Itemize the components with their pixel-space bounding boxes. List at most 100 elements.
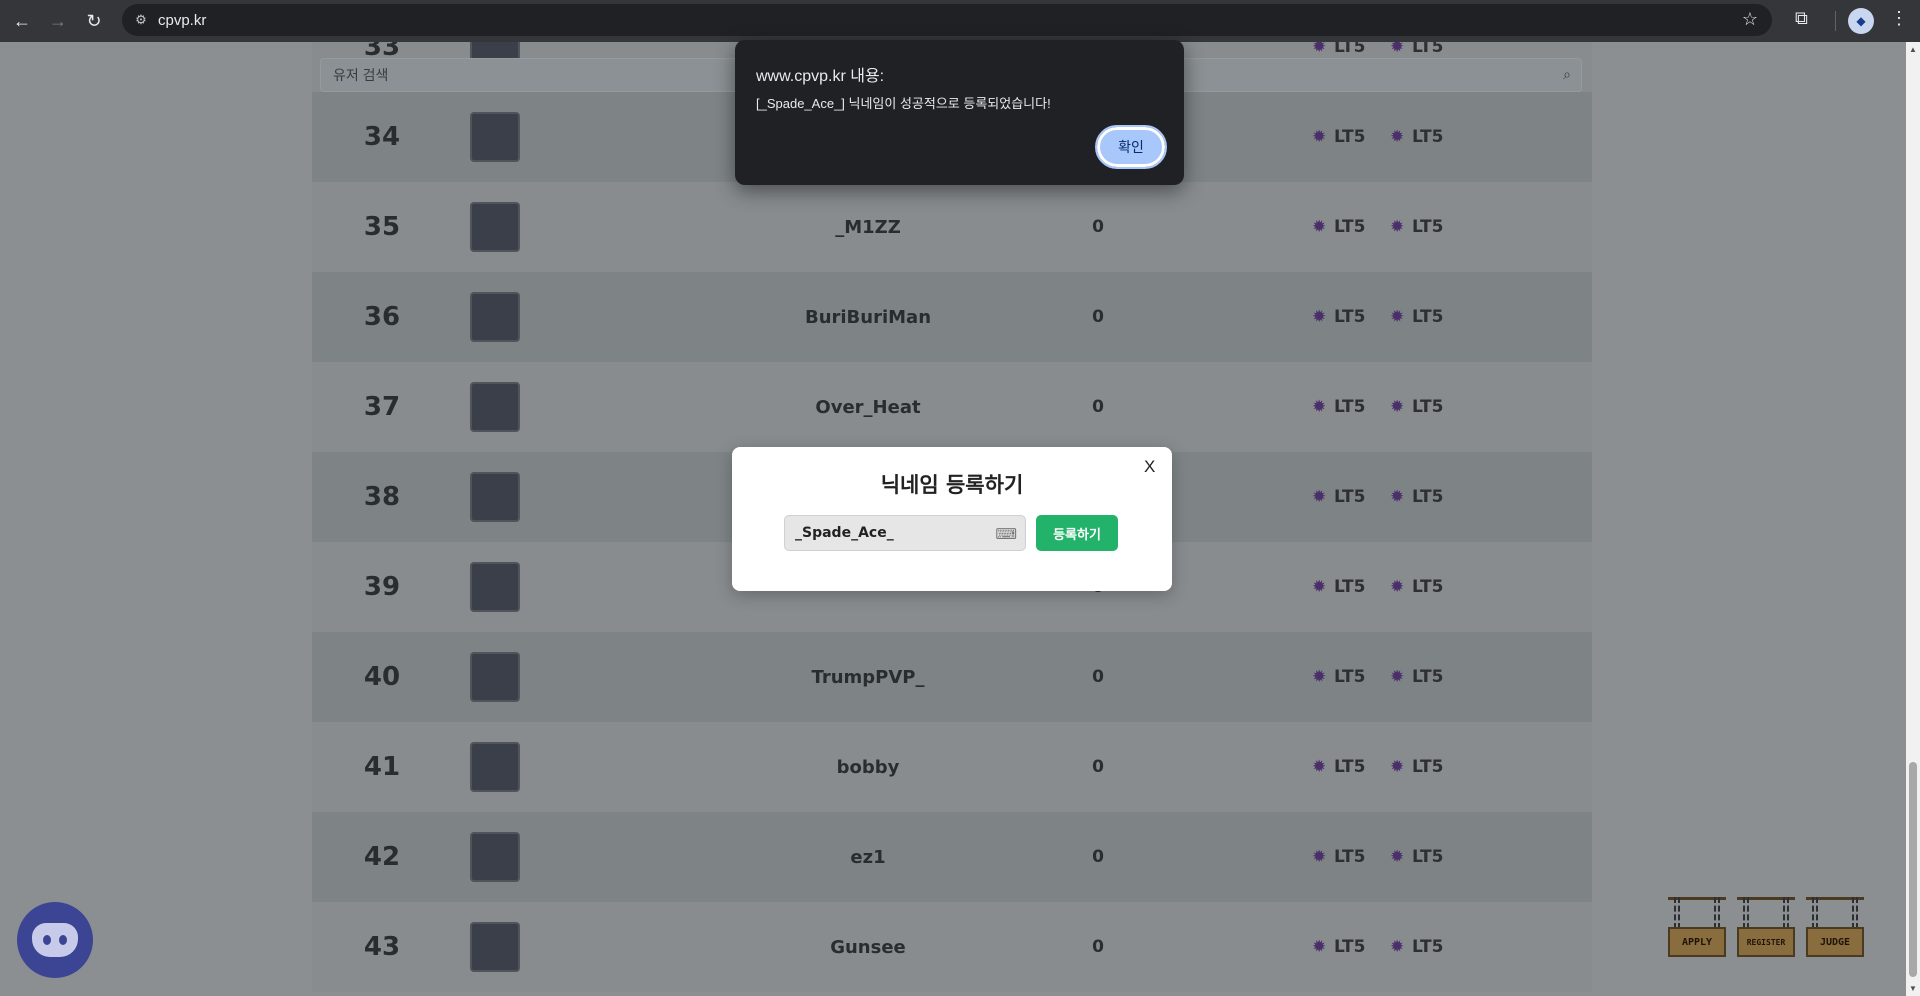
player-avatar: [470, 652, 520, 702]
tier-label: LT5: [1412, 42, 1444, 57]
address-bar[interactable]: ⚙ cpvp.kr ☆: [122, 4, 1772, 36]
judge-sign-label: JUDGE: [1806, 927, 1864, 957]
tier-label: LT5: [1412, 307, 1444, 327]
ranking-row[interactable]: 42 ez1 0 ✹ LT5 ✹ LT5: [312, 812, 1592, 902]
player-avatar: [470, 292, 520, 342]
tier-label: LT5: [1412, 217, 1444, 237]
reload-icon[interactable]: ↻: [80, 7, 108, 35]
rank-number: 40: [363, 662, 401, 692]
tier-label: LT5: [1334, 397, 1366, 417]
tier-badge: ✹ LT5: [1312, 757, 1365, 777]
rank-number: 36: [363, 302, 401, 332]
tier-gem-icon: ✹: [1312, 577, 1327, 597]
nickname-field[interactable]: ⌨: [784, 515, 1026, 551]
modal-title: 닉네임 등록하기: [880, 473, 1024, 497]
tier-badge: ✹ LT5: [1390, 757, 1443, 777]
page-scrollbar[interactable]: ▲ ▼: [1906, 42, 1920, 996]
browser-toolbar: ← → ↻ ⚙ cpvp.kr ☆ ⧉ ◆ ⋮: [0, 0, 1920, 42]
ranking-row[interactable]: 41 bobby 0 ✹ LT5 ✹ LT5: [312, 722, 1592, 812]
tier-label: LT5: [1412, 127, 1444, 147]
tier-badge: ✹ LT5: [1312, 307, 1365, 327]
profile-avatar-icon[interactable]: ◆: [1848, 8, 1874, 34]
player-avatar: [470, 382, 520, 432]
rank-number: 37: [363, 392, 401, 422]
tier-badge: ✹ LT5: [1390, 487, 1443, 507]
player-avatar: [470, 202, 520, 252]
tier-gem-icon: ✹: [1312, 217, 1327, 237]
tier-gem-icon: ✹: [1390, 397, 1405, 417]
register-button[interactable]: 등록하기: [1036, 515, 1118, 551]
tier-badge: ✹ LT5: [1312, 127, 1365, 147]
tier-badge: ✹ LT5: [1312, 847, 1365, 867]
player-avatar: [470, 922, 520, 972]
player-points: 0: [1092, 217, 1104, 237]
discord-icon: [32, 923, 78, 957]
player-points: 0: [1092, 667, 1104, 687]
tier-badge: ✹ LT5: [1312, 577, 1365, 597]
judge-sign-button[interactable]: JUDGE: [1806, 897, 1864, 961]
rank-number: 34: [363, 122, 401, 152]
tier-label: LT5: [1334, 487, 1366, 507]
tier-badge: ✹ LT5: [1312, 487, 1365, 507]
tier-label: LT5: [1412, 667, 1444, 687]
player-avatar: [470, 472, 520, 522]
apply-sign-button[interactable]: APPLY: [1668, 897, 1726, 961]
tier-gem-icon: ✹: [1312, 307, 1327, 327]
search-icon[interactable]: ⌕: [1563, 66, 1571, 83]
chains-icon: [1812, 897, 1858, 929]
alert-title: www.cpvp.kr 내용:: [756, 68, 885, 85]
forward-icon[interactable]: →: [44, 7, 72, 35]
player-name: bobby: [836, 756, 900, 778]
player-name: BuriBuriMan: [804, 306, 932, 328]
tier-label: LT5: [1334, 127, 1366, 147]
tier-badge: ✹ LT5: [1390, 217, 1443, 237]
bookmark-star-icon[interactable]: ☆: [1742, 9, 1758, 30]
tier-gem-icon: ✹: [1312, 487, 1327, 507]
nickname-input[interactable]: [785, 516, 1025, 550]
ranking-row[interactable]: 36 BuriBuriMan 0 ✹ LT5 ✹ LT5: [312, 272, 1592, 362]
tier-gem-icon: ✹: [1312, 757, 1327, 777]
ranking-row[interactable]: 37 Over_Heat 0 ✹ LT5 ✹ LT5: [312, 362, 1592, 452]
close-button[interactable]: X: [1144, 457, 1155, 477]
scroll-up-icon[interactable]: ▲: [1909, 45, 1917, 54]
scroll-thumb[interactable]: [1909, 762, 1917, 977]
tier-label: LT5: [1334, 667, 1366, 687]
player-points: 0: [1092, 757, 1104, 777]
ranking-row[interactable]: 43 Gunsee 0 ✹ LT5 ✹ LT5: [312, 902, 1592, 992]
tier-badge: ✹ LT5: [1312, 397, 1365, 417]
keyboard-icon[interactable]: ⌨: [995, 525, 1017, 543]
chains-icon: [1674, 897, 1720, 929]
discord-button[interactable]: [17, 902, 93, 978]
toolbar-divider: [1835, 11, 1836, 31]
tier-label: LT5: [1412, 577, 1444, 597]
tier-badge: ✹ LT5: [1312, 667, 1365, 687]
alert-ok-button[interactable]: 확인: [1095, 125, 1167, 169]
url-text[interactable]: cpvp.kr: [158, 12, 206, 29]
player-name: Gunsee: [830, 936, 906, 958]
register-sign-label: REGISTER: [1737, 927, 1795, 957]
browser-menu-icon[interactable]: ⋮: [1890, 8, 1908, 29]
tier-label: LT5: [1412, 937, 1444, 957]
tier-badge: ✹ LT5: [1312, 217, 1365, 237]
extensions-icon[interactable]: ⧉: [1795, 8, 1808, 29]
ranking-row[interactable]: 35 _M1ZZ 0 ✹ LT5 ✹ LT5: [312, 182, 1592, 272]
tier-label: LT5: [1334, 217, 1366, 237]
rank-number: 38: [363, 482, 401, 512]
tier-badge: ✹ LT5: [1390, 937, 1443, 957]
player-points: 0: [1092, 937, 1104, 957]
player-avatar: [470, 562, 520, 612]
site-info-icon[interactable]: ⚙: [130, 9, 152, 31]
tier-gem-icon: ✹: [1390, 577, 1405, 597]
chains-icon: [1743, 897, 1789, 929]
rank-number: 41: [363, 752, 401, 782]
tier-label: LT5: [1334, 847, 1366, 867]
register-sign-button[interactable]: REGISTER: [1737, 897, 1795, 961]
tier-gem-icon: ✹: [1390, 757, 1405, 777]
tier-gem-icon: ✹: [1390, 487, 1405, 507]
scroll-down-icon[interactable]: ▼: [1909, 984, 1917, 993]
tier-gem-icon: ✹: [1390, 127, 1405, 147]
ranking-row[interactable]: 40 TrumpPVP_ 0 ✹ LT5 ✹ LT5: [312, 632, 1592, 722]
back-icon[interactable]: ←: [8, 7, 36, 35]
tier-gem-icon: ✹: [1390, 307, 1405, 327]
player-avatar: [470, 112, 520, 162]
